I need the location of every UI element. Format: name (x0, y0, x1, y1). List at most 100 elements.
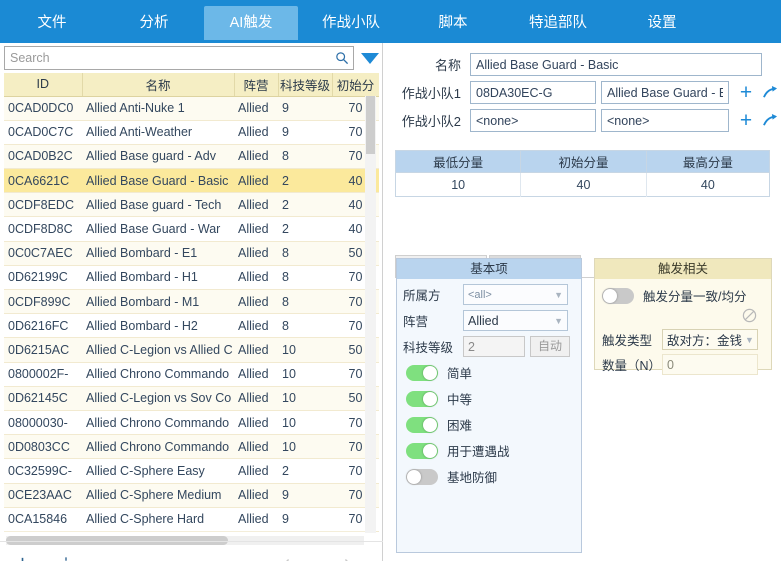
toggle-2[interactable] (406, 416, 438, 433)
tab-settings[interactable]: 设置 (614, 6, 710, 40)
squad2-add-plus-icon[interactable]: + (735, 110, 757, 131)
trigger-type-select[interactable]: 敌对方：金钱 ▼ (662, 329, 758, 350)
faction-row: 阵营 Allied ▼ (403, 310, 581, 331)
cell-faction: Allied (234, 96, 278, 121)
vertical-scroll-thumb[interactable] (366, 96, 375, 154)
toggle-4[interactable] (406, 468, 438, 485)
cell-name: Allied C-Sphere Medium (82, 483, 234, 508)
search-input[interactable] (10, 48, 331, 68)
column-header-id[interactable]: ID (4, 73, 83, 97)
table-row[interactable]: 0CA15846 Allied C-Sphere Hard Allied 9 70 (4, 507, 379, 532)
squad2-goto-arrow-icon[interactable] (759, 113, 781, 128)
toggle-knob (423, 417, 437, 432)
search-box[interactable] (4, 46, 354, 70)
basic-switch-row: 困难 (406, 415, 581, 434)
weight-min-value[interactable]: 10 (395, 172, 522, 197)
cell-faction: Allied (234, 362, 278, 387)
cell-faction: Allied (234, 458, 278, 484)
cell-tech: 10 (278, 410, 332, 436)
tab-files[interactable]: 文件 (0, 6, 104, 40)
filter-caret-down-icon[interactable] (361, 52, 379, 64)
tab-ai-trigger[interactable]: AI触发 (204, 6, 298, 40)
table-row[interactable]: 0D6216FC Allied Bombard - H2 Allied 8 70 (4, 313, 379, 339)
cell-name: Allied Chrono Commando (82, 362, 234, 387)
cell-tech: 9 (278, 507, 332, 532)
squad2-row: 作战小队2 + (384, 109, 781, 132)
trigger-count-label: 数量（N） (602, 359, 662, 373)
column-header-name[interactable]: 名称 (82, 73, 235, 97)
tab-task-force[interactable]: 特追部队 (502, 6, 614, 40)
table-row[interactable]: 0C32599C- Allied C-Sphere Easy Allied 2 70 (4, 458, 379, 484)
table-row[interactable]: 0C0C7AEC Allied Bombard - E1 Allied 8 50 (4, 241, 379, 266)
owner-select[interactable]: <all> ▼ (463, 284, 568, 305)
squad1-id-input[interactable] (470, 81, 596, 104)
cell-tech: 9 (278, 120, 332, 145)
auto-button[interactable]: 自动 (530, 336, 570, 357)
table-vertical-scrollbar[interactable] (365, 96, 376, 533)
column-header-init[interactable]: 初始分 (332, 73, 379, 97)
cell-faction: Allied (234, 386, 278, 411)
cell-tech: 9 (278, 483, 332, 508)
weight-max-value[interactable]: 40 (646, 172, 770, 197)
tab-combat-squad[interactable]: 作战小队 (298, 6, 404, 40)
basic-switch-label: 用于遭遇战 (447, 445, 510, 459)
toggle-0[interactable] (406, 364, 438, 381)
cell-tech: 10 (278, 386, 332, 411)
plus-icon[interactable] (0, 545, 44, 561)
table-row[interactable]: 0CAD0B2C Allied Base guard - Adv Allied 8 70 (4, 144, 379, 170)
cell-id: 0CAD0C7C (4, 120, 82, 145)
cell-id: 0D6216FC (4, 313, 82, 339)
squad1-goto-arrow-icon[interactable] (759, 85, 781, 100)
faction-label: 阵营 (403, 315, 429, 329)
column-header-faction[interactable]: 阵营 (234, 73, 279, 97)
main-tab-bar: 文件 分析 AI触发 作战小队 脚本 特追部队 设置 (0, 0, 781, 40)
column-header-tech[interactable]: 科技等级 (278, 73, 333, 97)
cell-name: Allied Base Guard - Basic (82, 168, 234, 194)
squad2-id-input[interactable] (470, 109, 596, 132)
basic-switch-label: 基地防御 (447, 471, 498, 485)
application-window: 文件 分析 AI触发 作战小队 脚本 特追部队 设置 Search ID 名称 … (0, 0, 781, 561)
basic-switch-row: 简单 (406, 363, 581, 382)
trigger-related-card: 触发相关 触发分量一致/均分 触发类型 敌对方：金钱 ▼ 数量（N） (594, 258, 772, 375)
basic-switch-label: 困难 (447, 419, 473, 433)
table-row[interactable]: 08000030- Allied Chrono Commando Allied 10 7… (4, 410, 379, 436)
squad2-label: 作战小队2 (401, 114, 461, 129)
table-row[interactable]: 0CAD0DC0 Allied Anti-Nuke 1 Allied 9 70 (4, 96, 379, 121)
undo-arrow-icon[interactable] (273, 545, 317, 561)
table-row[interactable]: 0D62199C Allied Bombard - H1 Allied 8 70 (4, 265, 379, 291)
toggle-knob (423, 365, 437, 380)
table-row[interactable]: 0CA6621C Allied Base Guard - Basic Allied 2… (4, 168, 379, 194)
faction-select[interactable]: Allied ▼ (463, 310, 568, 331)
squad2-name-input[interactable] (601, 109, 729, 132)
table-row[interactable]: 0CE23AAC Allied C-Sphere Medium Allied 9 70 (4, 483, 379, 508)
tab-analysis[interactable]: 分析 (104, 6, 204, 40)
squad1-name-input[interactable] (601, 81, 729, 104)
search-icon[interactable] (331, 47, 353, 69)
table-row[interactable]: 0CDF8EDC Allied Base guard - Tech Allied 2 4… (4, 192, 379, 218)
tech-level-input[interactable] (463, 336, 525, 357)
squad1-add-plus-icon[interactable]: + (735, 82, 757, 103)
table-row[interactable]: 0D6215AC Allied C-Legion vs Allied C Allie… (4, 337, 379, 363)
cell-id: 0CDF8EDC (4, 192, 82, 218)
table-row[interactable]: 0800002F- Allied Chrono Commando Allied 10 7… (4, 362, 379, 387)
trigger-count-input[interactable] (662, 354, 758, 375)
table-row[interactable]: 0CDF899C Allied Bombard - M1 Allied 8 70 (4, 289, 379, 315)
cell-faction: Allied (234, 507, 278, 532)
tab-script[interactable]: 脚本 (404, 6, 502, 40)
crosshair-icon[interactable] (44, 545, 88, 561)
toggle-3[interactable] (406, 442, 438, 459)
toggle-1[interactable] (406, 390, 438, 407)
cell-name: Allied Base Guard - War (82, 216, 234, 242)
weight-init-value[interactable]: 40 (520, 172, 647, 197)
weight-init-header: 初始分量 (520, 150, 647, 173)
faction-value: Allied (468, 313, 499, 328)
table-row[interactable]: 0D0803CC Allied Chrono Commando Allied 10 70 (4, 434, 379, 460)
even-split-toggle[interactable] (602, 287, 634, 304)
trigger-related-title: 触发相关 (595, 259, 771, 279)
table-row[interactable]: 0D62145C Allied C-Legion vs Sov Co Allied 1… (4, 386, 379, 411)
table-row[interactable]: 0CDF8D8C Allied Base Guard - War Allied 2 40 (4, 216, 379, 242)
redo-arrow-icon[interactable] (317, 545, 361, 561)
name-input[interactable] (470, 53, 762, 76)
cell-faction: Allied (234, 313, 278, 339)
table-row[interactable]: 0CAD0C7C Allied Anti-Weather Allied 9 70 (4, 120, 379, 145)
